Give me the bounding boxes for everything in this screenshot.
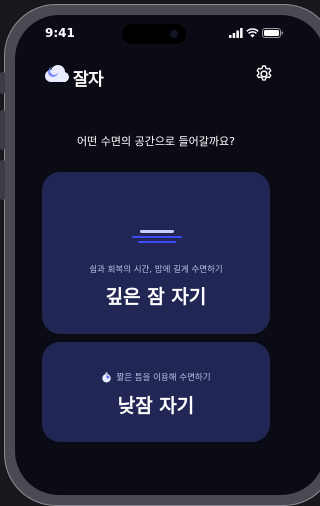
nap-subtitle: 짧은 틈을 이용해 수면하기: [116, 373, 211, 383]
moon-icon: [132, 197, 182, 243]
deep-sleep-subtitle: 쉼과 회복의 시간, 밤에 길게 수면하기: [89, 265, 223, 275]
camera-icon: [170, 30, 178, 38]
status-time: 9:41: [45, 26, 75, 40]
silent-switch: [0, 72, 5, 94]
status-icons: [229, 28, 284, 38]
app-screen: 9:41 잘자 어떤 수면의 공간으로 들어갈까요? 쉼과 회복의 시간, 밤에…: [15, 15, 320, 495]
cloud-moon-icon: [45, 65, 69, 82]
deep-sleep-title: 깊은 잠 자기: [105, 286, 207, 308]
timer-icon: [102, 371, 112, 382]
volume-up-button: [0, 110, 5, 150]
app-header: 잘자: [41, 63, 320, 90]
volume-down-button: [0, 160, 5, 200]
prompt-question: 어떤 수면의 공간으로 들어갈까요?: [76, 135, 235, 148]
gear-icon[interactable]: [254, 64, 274, 84]
signal-icon: [229, 28, 243, 38]
nap-title: 낮잠 자기: [117, 395, 195, 417]
status-bar: 9:41: [15, 24, 320, 44]
nap-subtitle-row: 짧은 틈을 이용해 수면하기: [42, 371, 270, 383]
battery-icon: [262, 28, 283, 38]
deep-sleep-card[interactable]: 쉼과 회복의 시간, 밤에 길게 수면하기 깊은 잠 자기: [42, 172, 270, 334]
wifi-icon: [246, 28, 259, 38]
dynamic-island: [122, 24, 186, 44]
nap-card[interactable]: 짧은 틈을 이용해 수면하기 낮잠 자기: [42, 342, 270, 442]
app-name: 잘자: [73, 70, 104, 90]
